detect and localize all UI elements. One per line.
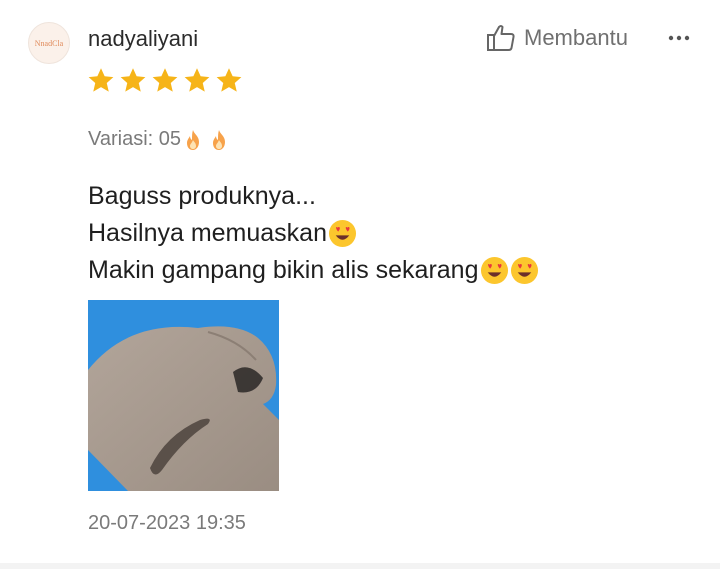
heart-eyes-emoji: [328, 219, 357, 248]
review-card: NnadCla nadyaliyani Membantu Variasi: 05…: [0, 0, 720, 569]
review-photo[interactable]: [88, 300, 279, 491]
star-icon: [152, 68, 178, 92]
heart-eyes-emoji: [510, 256, 538, 285]
review-line-text: Makin gampang bikin alis sekarang: [88, 256, 479, 284]
review-date: 20-07-2023 19:35: [88, 512, 246, 534]
review-line: Hasilnya memuaskan: [88, 215, 539, 252]
heart-eyes-emoji: [480, 256, 508, 285]
avatar[interactable]: NnadCla: [28, 22, 70, 64]
review-line: Makin gampang bikin alis sekarang: [88, 252, 539, 289]
star-icon: [88, 68, 114, 92]
reviewer-username: nadyaliyani: [88, 26, 199, 51]
star-rating: [86, 66, 244, 96]
review-line-text: Baguss produknya...: [88, 182, 316, 210]
variant-label: Variasi: 05: [88, 128, 182, 150]
review-line: Baguss produknya...: [88, 178, 539, 215]
helpful-label: Membantu: [524, 25, 628, 50]
divider: [0, 563, 720, 569]
star-icon: [184, 68, 210, 92]
thumbs-up-icon: [487, 25, 515, 51]
fire-icon: [213, 129, 226, 150]
star-icon: [216, 68, 242, 92]
more-options-icon[interactable]: [664, 30, 694, 46]
review-text: Baguss produknya... Hasilnya memuaskan M…: [88, 178, 539, 289]
fire-icon: [187, 129, 200, 150]
star-icon: [120, 68, 146, 92]
variant-info: Variasi: 05: [88, 128, 229, 151]
helpful-button[interactable]: Membantu: [486, 24, 628, 52]
review-line-text: Hasilnya memuaskan: [88, 219, 327, 247]
avatar-logo-text: NnadCla: [34, 38, 64, 48]
review-photo-image: [88, 300, 279, 491]
